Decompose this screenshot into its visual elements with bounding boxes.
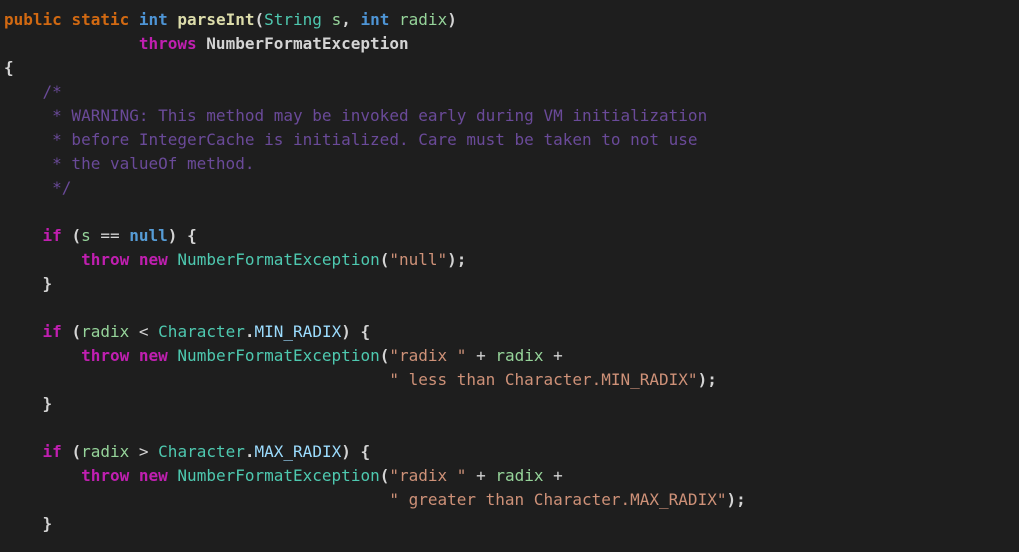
op-eqeq: == (100, 226, 119, 245)
keyword-public: public (4, 10, 62, 29)
op-plus: + (476, 346, 486, 365)
param-type-2: int (360, 10, 389, 29)
param-type-1: String (264, 10, 322, 29)
class-character: Character (158, 442, 245, 461)
exception-class: NumberFormatException (177, 250, 379, 269)
op-plus: + (553, 466, 563, 485)
comment-line: * before IntegerCache is initialized. Ca… (43, 130, 698, 149)
keyword-static: static (71, 10, 129, 29)
op-plus: + (553, 346, 563, 365)
exception-class: NumberFormatException (177, 466, 379, 485)
var-s: s (81, 226, 91, 245)
string-literal: " greater than Character.MAX_RADIX" (389, 490, 726, 509)
field-min-radix: MIN_RADIX (255, 322, 342, 341)
exception-class: NumberFormatException (177, 346, 379, 365)
var-radix: radix (81, 442, 129, 461)
param-name-2: radix (399, 10, 447, 29)
string-literal: "radix " (389, 466, 466, 485)
field-max-radix: MAX_RADIX (255, 442, 342, 461)
string-literal: "radix " (389, 346, 466, 365)
op-plus: + (476, 466, 486, 485)
var-radix: radix (495, 346, 543, 365)
keyword-new: new (139, 346, 168, 365)
keyword-null: null (129, 226, 168, 245)
op-lt: < (139, 322, 149, 341)
comment-line: /* (43, 82, 62, 101)
var-radix: radix (81, 322, 129, 341)
keyword-new: new (139, 250, 168, 269)
comment-line: */ (43, 178, 72, 197)
comment-line: * WARNING: This method may be invoked ea… (43, 106, 708, 125)
string-literal: " less than Character.MIN_RADIX" (389, 370, 697, 389)
keyword-throw: throw (81, 250, 129, 269)
keyword-if: if (43, 322, 62, 341)
op-gt: > (139, 442, 149, 461)
return-type: int (139, 10, 168, 29)
keyword-throw: throw (81, 466, 129, 485)
keyword-throw: throw (81, 346, 129, 365)
keyword-throws: throws (139, 34, 197, 53)
class-character: Character (158, 322, 245, 341)
brace-open: { (4, 58, 14, 77)
comment-line: * the valueOf method. (43, 154, 255, 173)
keyword-if: if (43, 442, 62, 461)
code-block: public static int parseInt(String s, int… (0, 0, 1019, 544)
method-name: parseInt (177, 10, 254, 29)
string-literal: "null" (389, 250, 447, 269)
keyword-if: if (43, 226, 62, 245)
param-name-1: s (332, 10, 342, 29)
var-radix: radix (495, 466, 543, 485)
throws-class: NumberFormatException (206, 34, 408, 53)
keyword-new: new (139, 466, 168, 485)
